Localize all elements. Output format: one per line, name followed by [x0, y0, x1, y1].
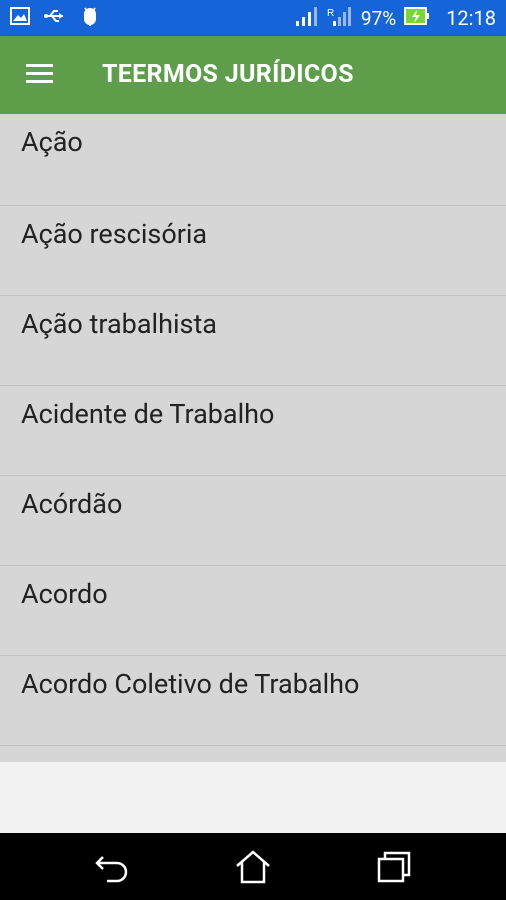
- hamburger-menu-icon[interactable]: [26, 64, 54, 84]
- battery-charging-icon: [404, 5, 430, 32]
- list-item-acidente-de-trabalho[interactable]: Acidente de Trabalho: [0, 386, 506, 476]
- status-right: R 97% 12:18: [295, 0, 496, 36]
- svg-text:R: R: [327, 8, 334, 19]
- clock: 12:18: [446, 6, 496, 30]
- list-item-acao-rescisoria[interactable]: Ação rescisória: [0, 206, 506, 296]
- signal-roaming-icon: R: [327, 5, 353, 32]
- terms-list: Ação Ação rescisória Ação trabalhista Ac…: [0, 114, 506, 762]
- back-icon[interactable]: [93, 849, 133, 885]
- usb-icon: [44, 8, 66, 28]
- list-item-acordo-coletivo[interactable]: Acordo Coletivo de Trabalho: [0, 656, 506, 746]
- navigation-bar: [0, 833, 506, 900]
- signal-icon: [295, 5, 319, 32]
- status-left: [10, 0, 100, 36]
- image-notification-icon: [10, 7, 30, 29]
- page-title: TEERMOS JURÍDICOS: [102, 60, 354, 89]
- list-item-partial[interactable]: [0, 746, 506, 762]
- list-item-acordao[interactable]: Acórdão: [0, 476, 506, 566]
- app-toolbar: TEERMOS JURÍDICOS: [0, 36, 506, 114]
- android-debug-icon: [80, 5, 100, 31]
- list-item-acao[interactable]: Ação: [0, 114, 506, 206]
- status-bar: R 97% 12:18: [0, 0, 506, 36]
- battery-percent: 97%: [360, 6, 397, 30]
- recent-apps-icon[interactable]: [375, 849, 415, 885]
- list-item-acordo[interactable]: Acordo: [0, 566, 506, 656]
- home-icon[interactable]: [233, 849, 273, 885]
- list-item-acao-trabalhista[interactable]: Ação trabalhista: [0, 296, 506, 386]
